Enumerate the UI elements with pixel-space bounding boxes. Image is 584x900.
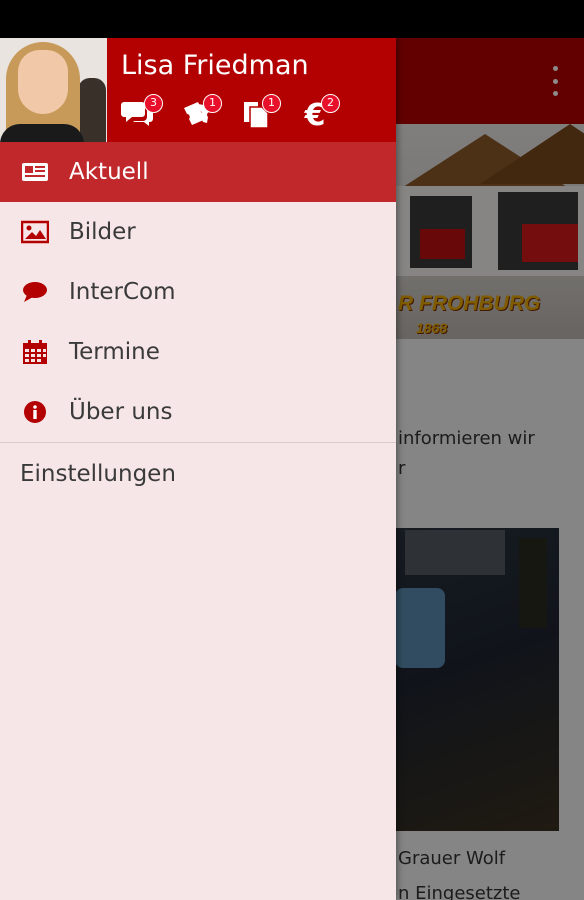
image-icon [20, 218, 50, 246]
settings-label: Einstellungen [20, 461, 176, 487]
avatar[interactable] [0, 38, 107, 142]
documents-badge: 1 [262, 94, 281, 113]
user-name: Lisa Friedman [121, 50, 309, 81]
chat-icon[interactable]: 3 [119, 94, 163, 132]
drawer-header: Lisa Friedman 3 1 1 € 2 [0, 38, 396, 142]
euro-icon[interactable]: € 2 [296, 94, 340, 132]
nav-label: Über uns [69, 399, 173, 425]
chat-bubble-icon [20, 278, 50, 306]
header-icon-row: 3 1 1 € 2 [119, 94, 340, 132]
navigation-drawer: Lisa Friedman 3 1 1 € 2 Aktuell Bilder I… [0, 38, 396, 900]
nav-label: Bilder [69, 219, 136, 245]
tickets-icon[interactable]: 1 [178, 94, 222, 132]
newspaper-icon [20, 158, 50, 186]
nav-item-aktuell[interactable]: Aktuell [0, 142, 396, 202]
nav-item-intercom[interactable]: InterCom [0, 262, 396, 322]
nav-item-einstellungen[interactable]: Einstellungen [0, 443, 396, 509]
nav-label: Termine [69, 339, 160, 365]
info-icon [20, 398, 50, 426]
documents-icon[interactable]: 1 [237, 94, 281, 132]
euro-badge: 2 [321, 94, 340, 113]
chat-badge: 3 [144, 94, 163, 113]
nav-item-termine[interactable]: Termine [0, 322, 396, 382]
nav-label: Aktuell [69, 159, 149, 185]
status-bar [0, 0, 584, 38]
calendar-icon [20, 338, 50, 366]
nav-label: InterCom [69, 279, 176, 305]
nav-item-ueber-uns[interactable]: Über uns [0, 382, 396, 442]
nav-item-bilder[interactable]: Bilder [0, 202, 396, 262]
drawer-nav-list: Aktuell Bilder InterCom Termine Über uns [0, 142, 396, 509]
tickets-badge: 1 [203, 94, 222, 113]
